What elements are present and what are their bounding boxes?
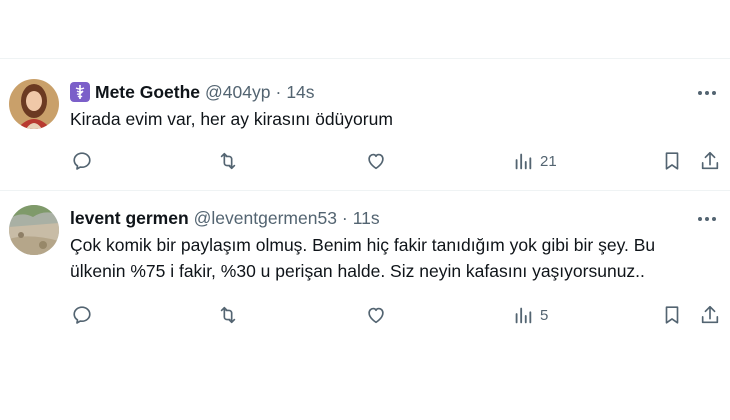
- bookmark-button[interactable]: [661, 304, 683, 326]
- retweet-icon: [220, 152, 236, 170]
- reply-button[interactable]: [71, 150, 93, 172]
- retweet-button[interactable]: [217, 150, 239, 172]
- author-handle[interactable]: @404yp: [205, 81, 270, 103]
- like-button[interactable]: [365, 304, 387, 326]
- separator-dot: ·: [275, 82, 282, 102]
- retweet-icon: [220, 306, 236, 324]
- share-icon: [701, 151, 719, 170]
- reply-button[interactable]: [71, 304, 93, 326]
- bookmark-icon: [665, 152, 679, 170]
- views-button[interactable]: 5: [512, 304, 548, 326]
- avatar[interactable]: [9, 79, 59, 129]
- heart-icon: [368, 307, 384, 324]
- tweet-text-line: Çok komik bir paylaşım olmuş. Benim hiç …: [70, 235, 656, 255]
- more-options-icon[interactable]: [696, 208, 718, 230]
- tweet-1[interactable]: Mete Goethe @404yp · 14s Kirada evim var…: [0, 0, 730, 190]
- views-count: 21: [540, 152, 557, 170]
- share-button[interactable]: [699, 304, 721, 326]
- like-button[interactable]: [365, 150, 387, 172]
- caduceus-icon: [70, 82, 90, 102]
- tweet-text: Çok komik bir paylaşım olmuş. Benim hiç …: [70, 232, 655, 284]
- author-handle[interactable]: @leventgermen53: [194, 207, 337, 229]
- reply-icon: [73, 306, 91, 324]
- tweet-2[interactable]: levent germen @leventgermen53 · 11s Çok …: [0, 191, 730, 351]
- timestamp[interactable]: 11s: [353, 207, 380, 229]
- analytics-icon: [515, 307, 532, 324]
- views-button[interactable]: 21: [512, 150, 557, 172]
- timestamp[interactable]: 14s: [286, 81, 314, 103]
- avatar[interactable]: [9, 205, 59, 255]
- bookmark-icon: [665, 306, 679, 324]
- tweet-header: levent germen @leventgermen53 · 11s: [70, 207, 380, 229]
- share-button[interactable]: [699, 150, 721, 172]
- separator-dot: ·: [341, 208, 348, 228]
- author-name[interactable]: levent germen: [70, 207, 189, 229]
- analytics-icon: [515, 153, 532, 170]
- bookmark-button[interactable]: [661, 150, 683, 172]
- retweet-button[interactable]: [217, 304, 239, 326]
- reply-icon: [73, 152, 91, 170]
- tweet-text: Kirada evim var, her ay kirasını ödüyoru…: [70, 109, 393, 129]
- tweet-header: Mete Goethe @404yp · 14s: [70, 81, 315, 103]
- views-count: 5: [540, 306, 549, 324]
- share-icon: [701, 305, 719, 324]
- tweet-text-line: ülkenin %75 i fakir, %30 u perişan halde…: [70, 261, 645, 281]
- author-name[interactable]: Mete Goethe: [95, 81, 200, 103]
- heart-icon: [368, 153, 384, 170]
- more-options-icon[interactable]: [696, 82, 718, 104]
